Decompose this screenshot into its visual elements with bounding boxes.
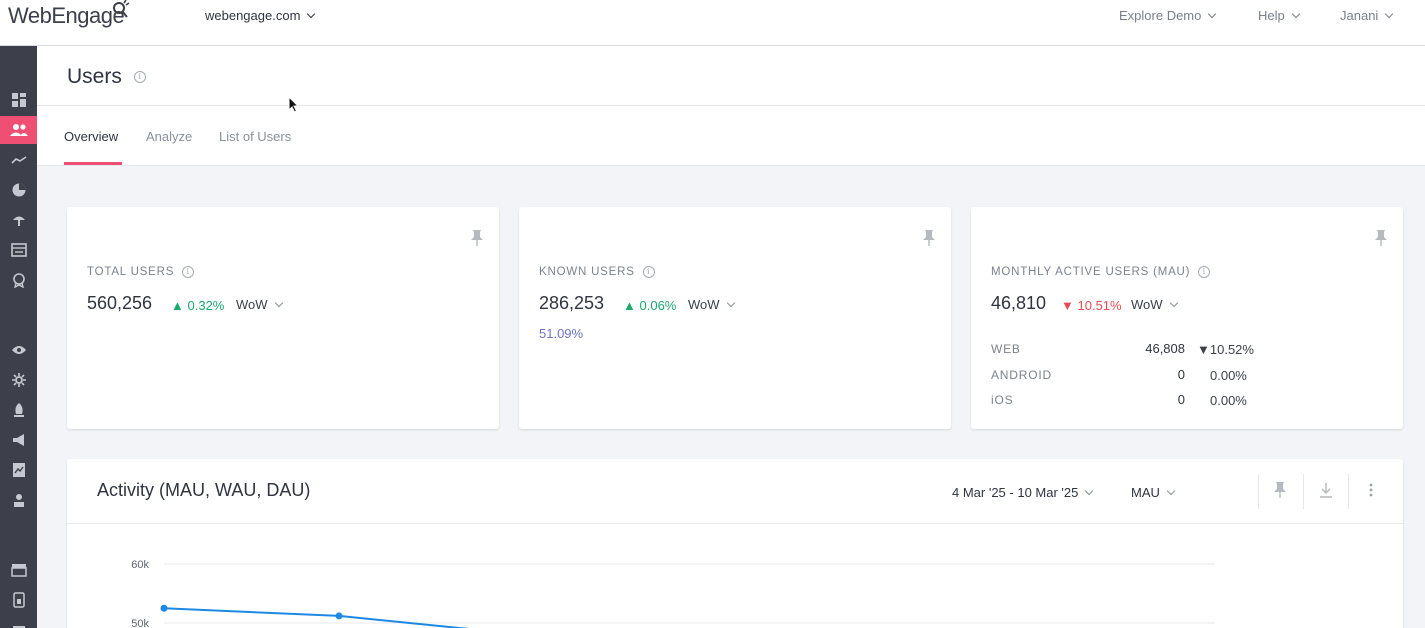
journeys-icon[interactable]	[0, 206, 37, 234]
mau-label: MONTHLY ACTIVE USERS (MAU) i	[991, 266, 1211, 278]
tab-overview[interactable]: Overview	[64, 129, 118, 144]
divider	[1303, 474, 1304, 509]
y-tick-label: 60k	[131, 559, 149, 571]
catalog-icon[interactable]	[0, 236, 37, 264]
project-selector[interactable]: webengage.com	[205, 8, 316, 23]
mau-card: MONTHLY ACTIVE USERS (MAU) i 46,810 ▼ 10…	[971, 207, 1403, 429]
badge-icon[interactable]	[0, 266, 37, 294]
chevron-down-icon	[307, 9, 316, 19]
pin-icon[interactable]	[1374, 229, 1388, 247]
y-tick-label: 50k	[131, 618, 149, 628]
user-menu[interactable]: Janani	[1340, 8, 1394, 23]
period-selector[interactable]: WoW	[1131, 297, 1178, 312]
trend-up-icon: ▲	[171, 298, 184, 313]
period-selector[interactable]: WoW	[236, 297, 283, 312]
metric-selector[interactable]: MAU	[1131, 485, 1176, 500]
platform-android-value: 0	[1177, 367, 1185, 382]
chevron-down-icon	[1291, 9, 1300, 19]
trend-down-icon: ▼	[1061, 298, 1074, 313]
mouse-cursor-icon	[288, 96, 300, 113]
chevron-down-icon	[1385, 9, 1394, 19]
known-users-card: KNOWN USERS i 286,253 ▲ 0.06% WoW 51.09%	[519, 207, 951, 429]
activity-title: Activity (MAU, WAU, DAU)	[97, 480, 311, 500]
platform-ios-delta: 0.00%	[1210, 393, 1247, 408]
active-tab-indicator	[64, 162, 122, 165]
logo-mark-icon	[113, 0, 130, 18]
platform-ios-label: iOS	[991, 393, 1014, 407]
total-users-value: 560,256	[87, 293, 153, 313]
chevron-down-icon	[1169, 298, 1178, 308]
chevron-down-icon	[726, 298, 735, 308]
platform-web-value: 46,808	[1145, 341, 1185, 356]
store-icon[interactable]	[0, 556, 37, 584]
eye-icon[interactable]	[0, 336, 37, 364]
megaphone-icon[interactable]	[0, 426, 37, 454]
activity-header: Activity (MAU, WAU, DAU) 4 Mar '25 - 10 …	[67, 459, 1403, 524]
pin-icon[interactable]	[470, 229, 484, 247]
analytics-icon[interactable]	[0, 146, 37, 174]
trend-up-icon: ▲	[623, 298, 636, 313]
mau-value: 46,810	[991, 293, 1047, 313]
page-title: Users i	[67, 65, 146, 89]
data-point[interactable]	[335, 612, 343, 620]
platform-android-delta: 0.00%	[1210, 368, 1247, 383]
webengage-logo[interactable]: WebEngage	[8, 0, 130, 29]
date-range-selector[interactable]: 4 Mar '25 - 10 Mar '25	[952, 485, 1094, 500]
platform-web-label: WEB	[991, 342, 1021, 356]
chevron-down-icon	[1208, 9, 1217, 19]
chevron-down-icon	[274, 298, 283, 308]
divider	[1348, 474, 1349, 509]
tab-analyze[interactable]: Analyze	[146, 129, 192, 144]
chevron-down-icon	[1085, 486, 1094, 496]
mau-delta: ▼ 10.51%	[1061, 298, 1122, 313]
tabs-bar: Overview Analyze List of Users	[37, 106, 1425, 166]
known-users-value: 286,253	[539, 293, 605, 313]
period-selector[interactable]: WoW	[688, 297, 735, 312]
info-icon[interactable]: i	[642, 266, 655, 278]
total-users-card: TOTAL USERS i 560,256 ▲ 0.32% WoW	[67, 207, 499, 429]
chevron-down-icon	[1166, 486, 1176, 496]
more-options-icon[interactable]	[1368, 481, 1374, 499]
explore-demo-menu[interactable]: Explore Demo	[1119, 8, 1217, 23]
help-menu[interactable]: Help	[1258, 8, 1300, 23]
plugin-icon[interactable]	[0, 486, 37, 514]
info-icon[interactable]: i	[133, 71, 146, 84]
top-bar: WebEngage webengage.com Explore Demo Hel…	[0, 0, 1425, 46]
activity-panel: Activity (MAU, WAU, DAU) 4 Mar '25 - 10 …	[67, 459, 1403, 628]
page-header: Users i	[37, 46, 1425, 106]
dashboard-icon[interactable]	[0, 86, 37, 114]
total-users-label: TOTAL USERS i	[87, 266, 195, 278]
rocket-icon[interactable]	[0, 396, 37, 424]
pin-icon[interactable]	[922, 229, 936, 247]
more-icon[interactable]	[0, 616, 37, 628]
series-line	[163, 607, 470, 628]
known-users-delta: ▲ 0.06%	[623, 298, 677, 313]
download-icon[interactable]	[1319, 481, 1333, 499]
users-icon[interactable]	[0, 116, 37, 144]
sidebar	[0, 46, 37, 628]
divider	[1258, 474, 1259, 509]
data-point[interactable]	[160, 604, 168, 612]
platform-ios-value: 0	[1177, 392, 1185, 407]
report-icon[interactable]	[0, 456, 37, 484]
total-users-delta: ▲ 0.32%	[171, 298, 225, 313]
pin-icon[interactable]	[1273, 481, 1287, 499]
mobile-icon[interactable]	[0, 586, 37, 614]
info-icon[interactable]: i	[1198, 266, 1211, 278]
trend-down-icon: ▼	[1197, 342, 1210, 357]
tab-list-of-users[interactable]: List of Users	[219, 129, 291, 144]
known-users-label: KNOWN USERS i	[539, 266, 655, 278]
activity-line-chart: 60k 50k	[131, 559, 1215, 628]
platform-web-delta: ▼10.52%	[1197, 342, 1254, 357]
series-layer	[160, 604, 470, 628]
segments-icon[interactable]	[0, 176, 37, 204]
settings-cog-icon[interactable]	[0, 366, 37, 394]
info-icon[interactable]: i	[182, 266, 195, 278]
known-users-share: 51.09%	[539, 326, 584, 341]
platform-android-label: ANDROID	[991, 368, 1052, 382]
